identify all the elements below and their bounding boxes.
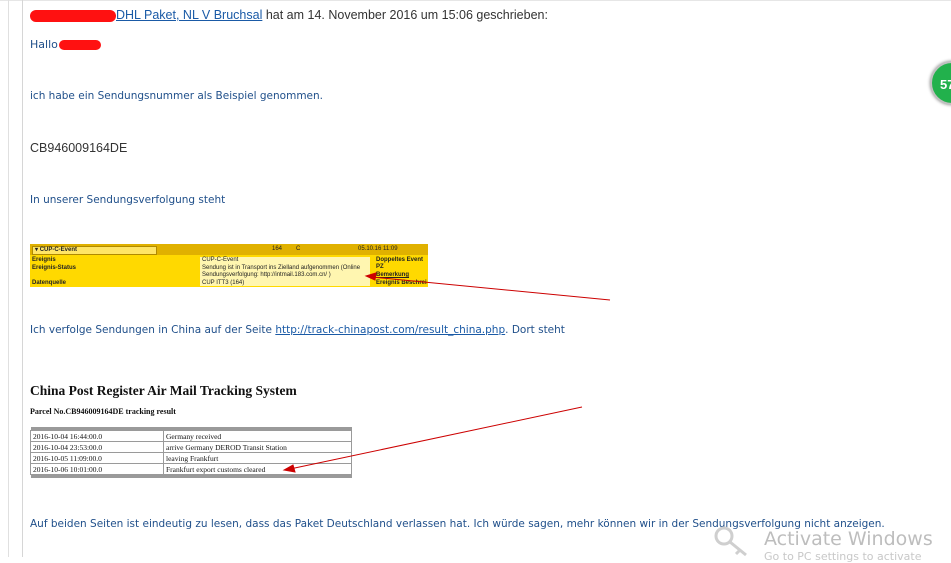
- row-event: Germany received: [163, 430, 352, 442]
- row-event: Frankfurt export customs cleared: [163, 463, 352, 475]
- screenshot-status-2: Sendungsverfolgung: http://intmail.183.c…: [202, 272, 331, 278]
- table-row: 2016-10-06 10:01:00.0 Frankfurt export c…: [30, 463, 352, 475]
- greeting-text: Hallo: [30, 38, 58, 51]
- screenshot-label-status: Ereignis-Status: [32, 265, 77, 271]
- paragraph-2: In unserer Sendungsverfolgung steht: [30, 194, 226, 206]
- screenshot-dropdown: ▾ CUP-C-Event: [32, 246, 157, 255]
- quote-header: DHL Paket, NL V Bruchsal hat am 14. Nove…: [30, 8, 548, 22]
- redacted-recipient-name: [58, 40, 101, 50]
- quote-meta: hat am 14. November 2016 um 15:06 geschr…: [262, 8, 548, 22]
- screenshot-label-event: Ereignis: [32, 257, 56, 263]
- table-row: 2016-10-04 16:44:00.0 Germany received: [30, 430, 352, 442]
- screenshot-code: C: [296, 246, 301, 252]
- screenshot-source: CUP ITT3 (164): [202, 280, 245, 286]
- left-gutter: [8, 0, 9, 557]
- paragraph-3-prefix: Ich verfolge Sendungen in China auf der …: [30, 324, 276, 336]
- screenshot-num: 164: [272, 246, 283, 252]
- windows-activation-watermark: Activate Windows: [764, 528, 933, 550]
- paragraph-1: ich habe ein Sendungsnummer als Beispiel…: [30, 90, 323, 102]
- screenshot-event: CUP-C-Event: [202, 257, 239, 263]
- table-row: 2016-10-05 11:09:00.0 leaving Frankfurt: [30, 452, 352, 464]
- greeting: Hallo: [30, 38, 101, 51]
- screenshot-status-1: Sendung ist in Transport ins Zielland au…: [202, 265, 361, 271]
- activation-key-icon: [714, 526, 747, 557]
- row-time: 2016-10-04 23:53:00.0: [30, 441, 164, 453]
- chinapost-title: China Post Register Air Mail Tracking Sy…: [30, 383, 297, 398]
- screenshot-label-remark: Bemerkung: [376, 272, 410, 278]
- chinapost-subtitle: Parcel No.CB946009164DE tracking result: [30, 407, 176, 416]
- chinapost-tracking-table: 2016-10-04 16:44:00.0 Germany received 2…: [30, 427, 352, 478]
- row-event: leaving Frankfurt: [163, 452, 352, 464]
- row-time: 2016-10-06 10:01:00.0: [30, 463, 164, 475]
- screenshot-label-desc: Ereignis Beschrei: [376, 280, 427, 286]
- screenshot-label-duplicate: Doppeltes Event: [376, 257, 424, 263]
- screenshot-label-pz: PZ: [376, 264, 384, 270]
- redacted-sender-name: [30, 9, 116, 22]
- tracking-number: CB946009164DE: [30, 141, 128, 155]
- screenshot-label-source: Datenquelle: [32, 280, 67, 286]
- chinapost-link[interactable]: http://track-chinapost.com/result_china.…: [275, 324, 505, 336]
- table-row: 2016-10-04 23:53:00.0 arrive Germany DER…: [30, 441, 352, 453]
- row-time: 2016-10-04 16:44:00.0: [30, 430, 164, 442]
- paragraph-3-suffix: . Dort steht: [505, 324, 565, 336]
- dhl-tracking-screenshot: ▾ CUP-C-Event 164 C 05.10.16 11:09 Ereig…: [30, 244, 428, 287]
- sender-link[interactable]: DHL Paket, NL V Bruchsal: [116, 8, 262, 22]
- screenshot-date: 05.10.16 11:09: [358, 246, 398, 252]
- paragraph-4: Auf beiden Seiten ist eindeutig zu lesen…: [30, 518, 885, 530]
- paragraph-3: Ich verfolge Sendungen in China auf der …: [30, 324, 565, 336]
- row-event: arrive Germany DEROD Transit Station: [163, 441, 352, 453]
- row-time: 2016-10-05 11:09:00.0: [30, 452, 164, 464]
